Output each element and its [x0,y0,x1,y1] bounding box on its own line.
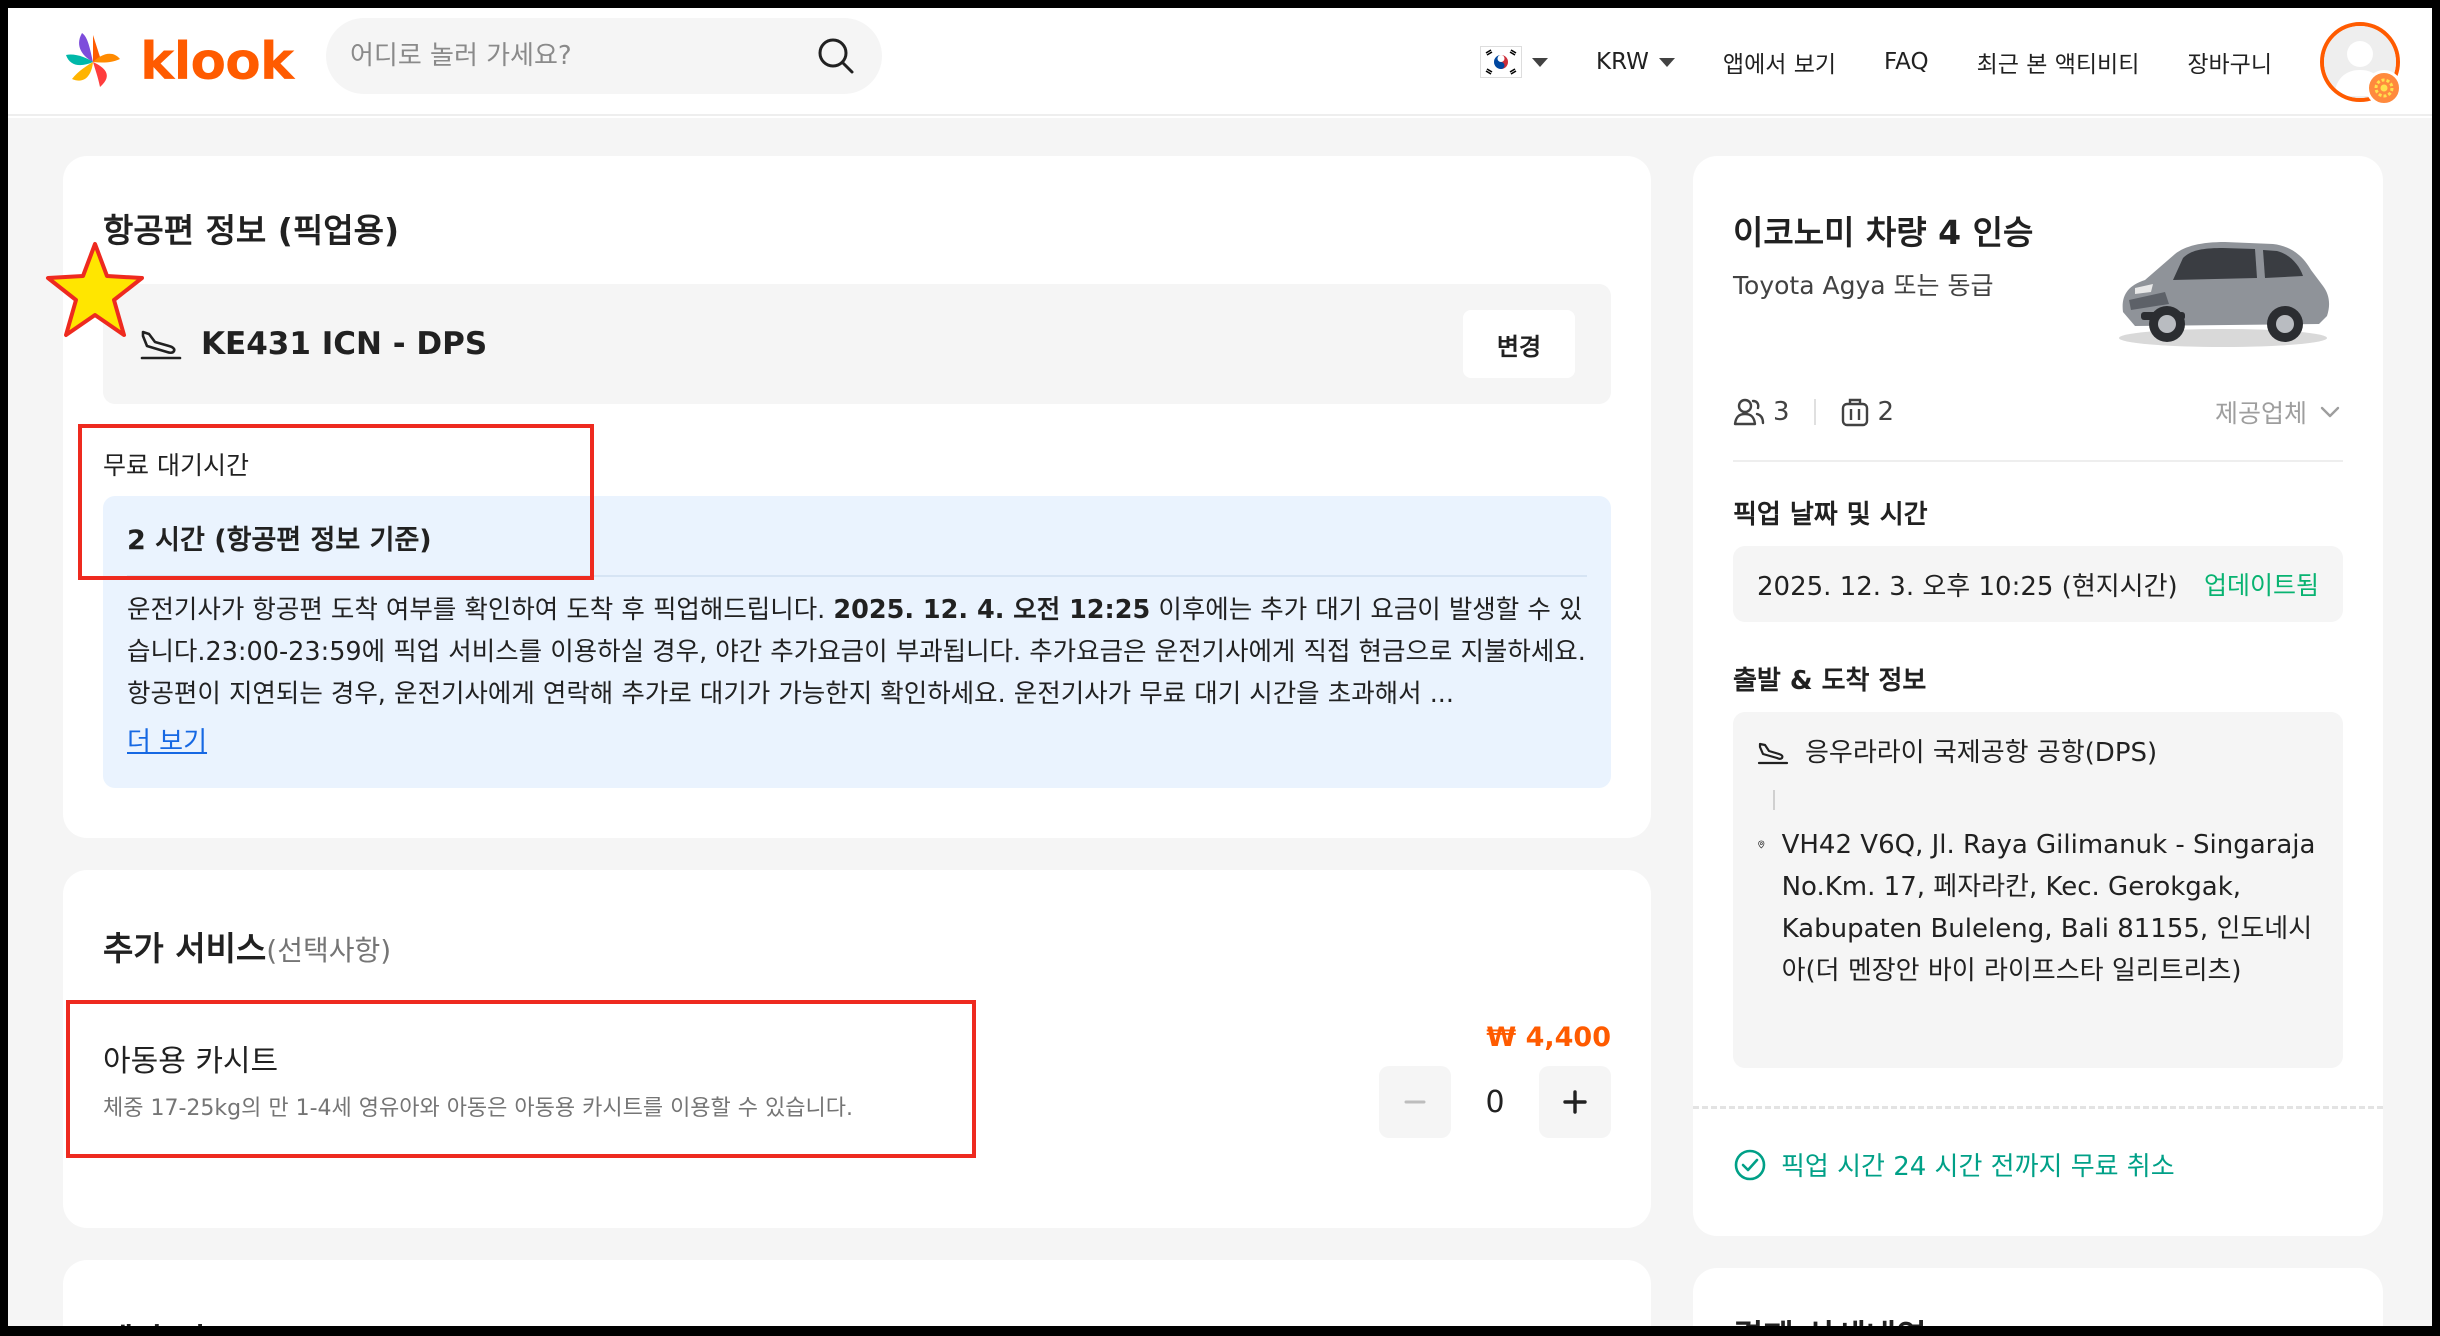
route-connector [1773,790,1775,810]
pickup-datetime-label: 픽업 날짜 및 시간 [1733,500,1928,530]
currency-label: KRW [1596,49,1649,75]
extra-title-text: 추가 서비스 [103,929,267,968]
quantity-value: 0 [1485,1084,1505,1120]
reservation-info-card: 예약 정보 [63,1260,1651,1336]
free-cancel-text: 픽업 시간 24 시간 전까지 무료 취소 [1781,1152,2175,1182]
car-model: Toyota Agya 또는 동급 [1733,271,1994,300]
flight-code: KE431 ICN - DPS [201,326,488,362]
change-flight-button[interactable]: 변경 [1463,310,1575,378]
passenger-count: 3 [1773,397,1790,427]
klook-logo-icon [62,31,124,93]
user-avatar[interactable] [2320,22,2402,106]
car-image [2119,242,2330,347]
passengers-icon [1733,398,1765,426]
summary-divider [1733,460,2343,462]
read-more-link[interactable]: 더 보기 [127,721,207,758]
provider-label: 제공업체 [2214,399,2307,428]
flight-summary: KE431 ICN - DPS 변경 [103,284,1611,404]
annotation-box-free-wait [78,424,594,580]
nav-recent-activities[interactable]: 최근 본 액티비티 [1977,45,2140,79]
optional-label: (선택사항) [266,934,392,967]
chevron-down-icon [1532,57,1549,67]
decrease-button[interactable] [1379,1066,1451,1138]
korea-flag-icon [1480,46,1523,78]
destination-text: VH42 V6Q, Jl. Raya Gilimanuk - Singaraja… [1781,830,2316,986]
klook-logo[interactable]: klook [60,22,310,102]
quantity-stepper: 0 [1379,1066,1611,1138]
star-annotation-icon [46,242,144,337]
car-title: 이코노미 차량 4 인승 [1733,213,2034,252]
annotation-box-child-seat [66,1000,976,1158]
capacity-row: 3 2 제공업체 [1733,388,2343,436]
nav-app[interactable]: 앱에서 보기 [1723,45,1836,79]
payment-title: 결제 상세내역 [1733,1310,1927,1336]
child-seat-price: ₩ 4,400 [1486,1022,1611,1053]
extra-services-title: 추가 서비스 (선택사항) [103,922,391,970]
reservation-title: 예약 정보 [103,1314,236,1336]
desc-text: 운전기사가 항공편 도착 여부를 확인하여 도착 후 픽업해드립니다. [127,595,834,625]
gear-badge-icon [2366,70,2402,106]
search-icon[interactable] [814,34,858,78]
pickup-datetime-box: 2025. 12. 3. 오후 10:25 (현지시간) 업데이트됨 [1733,546,2343,622]
nav-cart[interactable]: 장바구니 [2187,45,2272,79]
top-header: klook KRW 앱에서 보기 FAQ 최근 본 액티비티 장 [8,8,2432,116]
desc-highlight-time: 2025. 12. 4. 오전 12:25 [833,595,1151,625]
provider-dropdown[interactable]: 제공업체 [2215,394,2343,430]
flight-section-title: 항공편 정보 (픽업용) [103,211,400,250]
route-destination: VH42 V6Q, Jl. Raya Gilimanuk - Singaraja… [1757,824,2319,992]
plus-icon [1563,1090,1587,1114]
dashed-divider [1693,1106,2383,1109]
pickup-datetime: 2025. 12. 3. 오후 10:25 (현지시간) [1757,571,2178,602]
booking-summary-card: 이코노미 차량 4 인승 Toyota Agya 또는 동급 3 2 제공업체 … [1693,156,2383,1236]
search-input[interactable] [350,41,814,71]
origin-text: 응우라라이 국제공항 공항(DPS) [1805,738,2158,768]
check-circle-icon [1734,1149,1766,1180]
search-bar[interactable] [326,18,882,94]
plane-landing-icon [1757,742,1789,765]
luggage-count: 2 [1877,397,1895,427]
increase-button[interactable] [1539,1066,1611,1138]
chevron-down-icon [1658,57,1675,67]
route-origin: 응우라라이 국제공항 공항(DPS) [1757,732,2319,774]
route-label: 출발 & 도착 정보 [1733,666,1927,696]
divider [1813,399,1816,425]
nav-faq[interactable]: FAQ [1884,49,1929,75]
location-pin-icon [1758,840,1765,849]
header-nav: KRW 앱에서 보기 FAQ 최근 본 액티비티 장바구니 [1480,8,2432,116]
language-selector[interactable] [1480,46,1549,78]
payment-details-card: 결제 상세내역 [1693,1268,2383,1336]
free-cancel-notice: 픽업 시간 24 시간 전까지 무료 취소 [1733,1146,2175,1183]
updated-badge: 업데이트됨 [2203,571,2319,600]
chevron-down-icon [2320,406,2340,418]
luggage-icon [1841,398,1868,427]
currency-selector[interactable]: KRW [1596,49,1675,75]
minus-icon [1404,1100,1426,1104]
free-wait-description: 운전기사가 항공편 도착 여부를 확인하여 도착 후 픽업해드립니다. 2025… [127,589,1587,715]
route-box: 응우라라이 국제공항 공항(DPS) VH42 V6Q, Jl. Raya Gi… [1733,712,2343,1068]
logo-text: klook [140,32,294,92]
